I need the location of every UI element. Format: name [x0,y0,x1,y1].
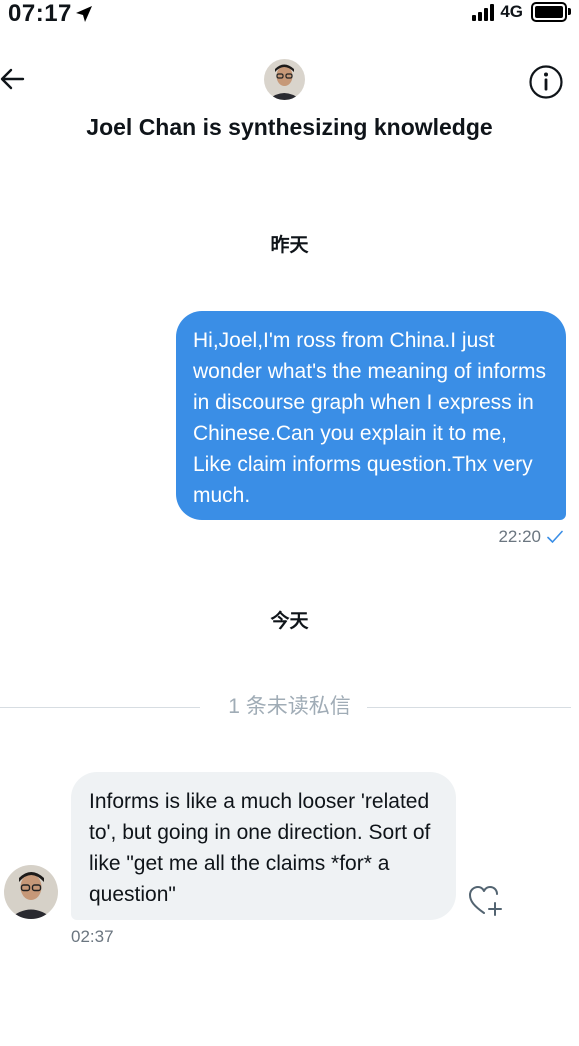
date-separator-yesterday: 昨天 [270,235,309,256]
unread-marker: 1 条未读私信 [0,690,579,720]
signal-icon [472,3,495,21]
arrow-left-icon [0,68,25,90]
location-arrow-icon [74,4,94,29]
outgoing-message[interactable]: Hi,Joel,I'm ross from China.I just wonde… [176,311,566,520]
info-button[interactable] [528,64,564,105]
incoming-message[interactable]: Informs is like a much looser 'related t… [71,772,456,920]
sender-avatar[interactable] [4,865,58,919]
unread-label: 1 条未读私信 [214,695,365,718]
info-circle-icon [529,65,563,99]
react-button[interactable] [468,884,504,923]
battery-icon [531,2,571,22]
message-time: 02:37 [71,927,114,946]
network-type: 4G [500,2,523,21]
heart-add-icon [469,886,502,916]
message-time: 22:20 [498,527,541,546]
checkmark-icon [547,530,563,544]
conversation-title: Joel Chan is synthesizing knowledge [86,114,493,140]
date-separator-today: 今天 [270,611,309,632]
back-button[interactable] [0,66,26,97]
avatar[interactable] [264,59,305,100]
status-time: 07:17 [8,0,72,27]
status-indicators: 4G [472,2,571,22]
outgoing-message-meta: 22:20 [498,527,563,547]
